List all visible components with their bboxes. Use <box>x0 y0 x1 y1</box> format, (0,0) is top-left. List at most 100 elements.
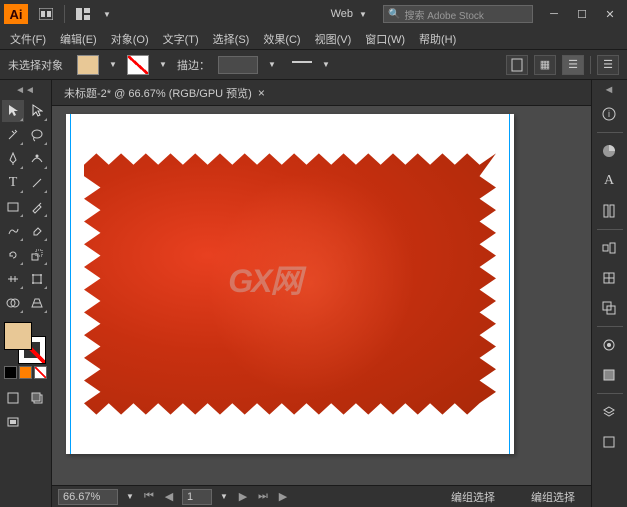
zoom-input[interactable]: 66.67% <box>58 489 118 505</box>
color-swatch[interactable] <box>4 366 17 379</box>
search-input[interactable]: 🔍 搜索 Adobe Stock <box>383 5 533 23</box>
artwork-content[interactable]: GX网 <box>84 142 496 426</box>
search-icon: 🔍 <box>388 9 400 20</box>
document-area: 未标题-2* @ 66.67% (RGB/GPU 预览) × GX网 66.67… <box>52 80 591 507</box>
chevron-down-icon[interactable]: ▼ <box>124 488 136 506</box>
prefs-btn[interactable]: ☰ <box>562 55 584 75</box>
transform-panel-icon[interactable] <box>594 264 624 292</box>
workspace-dropdown[interactable]: Web ▼ <box>325 5 375 23</box>
menu-effect[interactable]: 效果(C) <box>257 29 306 49</box>
stroke-swatch[interactable] <box>127 55 149 75</box>
pathfinder-panel-icon[interactable] <box>594 294 624 322</box>
right-panels: ◄ i A <box>591 80 627 507</box>
prev-page-btn[interactable]: ◀ <box>162 490 176 504</box>
appearance-panel-icon[interactable] <box>594 331 624 359</box>
nav-btn[interactable]: ▶ <box>276 490 290 504</box>
type-tool[interactable]: T <box>2 172 24 194</box>
gradient-swatch[interactable] <box>19 366 32 379</box>
line-tool[interactable] <box>26 172 48 194</box>
maximize-button[interactable]: ☐ <box>569 5 595 23</box>
canvas[interactable]: GX网 <box>52 106 591 485</box>
draw-mode-behind[interactable] <box>26 387 48 409</box>
artboards-panel-icon[interactable] <box>594 428 624 456</box>
stroke-width-input[interactable] <box>218 56 258 74</box>
bridge-icon[interactable] <box>36 5 56 23</box>
menu-select[interactable]: 选择(S) <box>207 29 256 49</box>
page-input[interactable]: 1 <box>182 489 212 505</box>
panel-menu-btn[interactable]: ☰ <box>597 55 619 75</box>
separator <box>64 5 65 23</box>
chevron-down-icon[interactable]: ▼ <box>218 488 230 506</box>
menu-help[interactable]: 帮助(H) <box>413 29 462 49</box>
close-icon[interactable]: × <box>258 86 265 100</box>
type-panel-icon[interactable]: A <box>594 167 624 195</box>
minimize-button[interactable]: ─ <box>541 5 567 23</box>
curvature-tool[interactable] <box>26 148 48 170</box>
status-mode[interactable]: 编组选择 <box>521 489 585 505</box>
screen-mode[interactable] <box>2 411 24 433</box>
menu-type[interactable]: 文字(T) <box>157 29 205 49</box>
document-tabs: 未标题-2* @ 66.67% (RGB/GPU 预览) × <box>52 80 591 106</box>
lasso-tool[interactable] <box>26 124 48 146</box>
stroke-style-btn[interactable] <box>292 61 312 69</box>
toolbar-toggle[interactable]: ◄◄ <box>2 84 48 96</box>
brushes-panel-icon[interactable] <box>594 197 624 225</box>
document-tab[interactable]: 未标题-2* @ 66.67% (RGB/GPU 预览) × <box>56 81 273 105</box>
direct-selection-tool[interactable] <box>26 100 48 122</box>
fill-color[interactable] <box>4 322 32 350</box>
eraser-tool[interactable] <box>26 220 48 242</box>
menu-window[interactable]: 窗口(W) <box>359 29 411 49</box>
menu-file[interactable]: 文件(F) <box>4 29 52 49</box>
draw-mode-normal[interactable] <box>2 387 24 409</box>
doc-setup-btn[interactable] <box>506 55 528 75</box>
rectangle-tool[interactable] <box>2 196 24 218</box>
last-page-btn[interactable]: ⏭ <box>256 490 270 504</box>
grid-btn[interactable]: ▦ <box>534 55 556 75</box>
chevron-down-icon[interactable]: ▼ <box>157 56 169 74</box>
chevron-down-icon[interactable]: ▼ <box>107 56 119 74</box>
stroke-label: 描边： <box>177 57 210 73</box>
next-page-btn[interactable]: ▶ <box>236 490 250 504</box>
info-panel-icon[interactable]: i <box>594 100 624 128</box>
search-placeholder: 搜索 Adobe Stock <box>404 7 483 22</box>
menu-object[interactable]: 对象(O) <box>105 29 155 49</box>
close-button[interactable]: ✕ <box>597 5 623 23</box>
color-panel-icon[interactable] <box>594 137 624 165</box>
free-transform-tool[interactable] <box>26 268 48 290</box>
graphic-styles-panel-icon[interactable] <box>594 361 624 389</box>
workspace-label: Web <box>331 8 353 20</box>
statusbar: 66.67% ▼ ⏮ ◀ 1 ▼ ▶ ⏭ ▶ 编组选择 编组选择 <box>52 485 591 507</box>
guide-vertical[interactable] <box>70 114 71 454</box>
menu-view[interactable]: 视图(V) <box>309 29 358 49</box>
align-panel-icon[interactable] <box>594 234 624 262</box>
perspective-tool[interactable] <box>26 292 48 314</box>
selection-tool[interactable] <box>2 100 24 122</box>
magic-wand-tool[interactable] <box>2 124 24 146</box>
svg-text:i: i <box>608 109 610 119</box>
scale-tool[interactable] <box>26 244 48 266</box>
separator <box>597 326 623 327</box>
separator <box>597 132 623 133</box>
fill-stroke-box[interactable] <box>4 322 46 364</box>
rotate-tool[interactable] <box>2 244 24 266</box>
chevron-down-icon[interactable]: ▼ <box>266 56 278 74</box>
chevron-down-icon[interactable]: ▼ <box>101 5 113 23</box>
none-swatch[interactable] <box>34 366 47 379</box>
pen-tool[interactable] <box>2 148 24 170</box>
first-page-btn[interactable]: ⏮ <box>142 490 156 504</box>
separator <box>597 229 623 230</box>
layers-panel-icon[interactable] <box>594 398 624 426</box>
fill-swatch[interactable] <box>77 55 99 75</box>
shape-builder-tool[interactable] <box>2 292 24 314</box>
brush-tool[interactable] <box>26 196 48 218</box>
status-mode[interactable]: 编组选择 <box>431 489 515 505</box>
width-tool[interactable] <box>2 268 24 290</box>
menu-edit[interactable]: 编辑(E) <box>54 29 103 49</box>
layout-icon[interactable] <box>73 5 93 23</box>
separator <box>590 56 591 74</box>
shaper-tool[interactable] <box>2 220 24 242</box>
tab-title: 未标题-2* @ 66.67% (RGB/GPU 预览) <box>64 85 252 101</box>
guide-vertical[interactable] <box>509 114 510 454</box>
panel-toggle[interactable]: ◄ <box>594 84 624 96</box>
chevron-down-icon[interactable]: ▼ <box>320 56 332 74</box>
